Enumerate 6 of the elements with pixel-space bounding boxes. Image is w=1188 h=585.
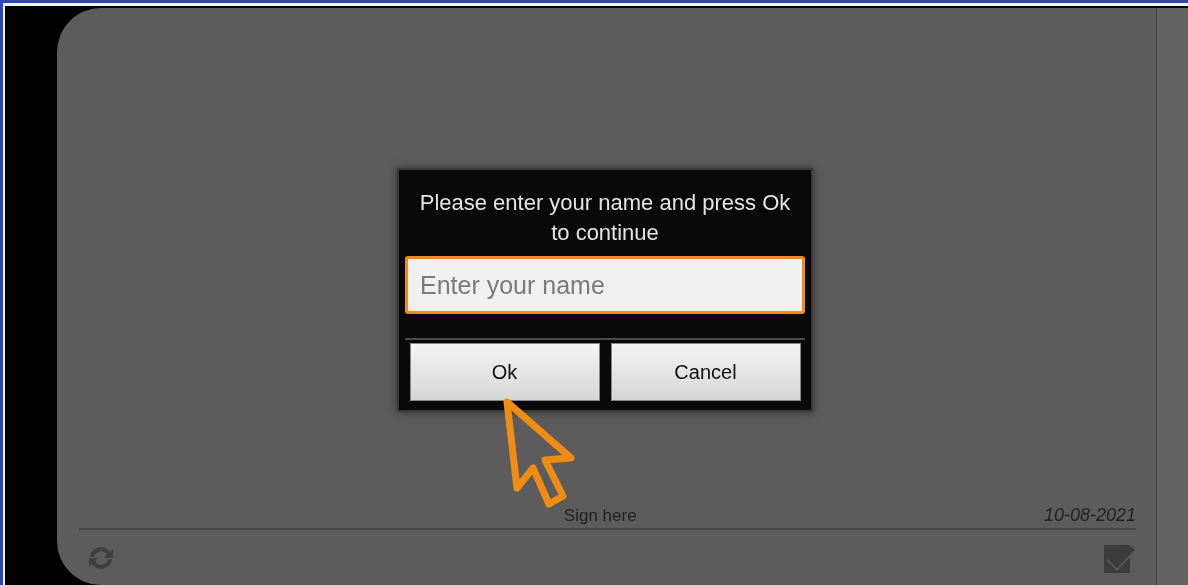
name-input-field[interactable]: Enter your name <box>405 256 805 314</box>
sign-here-hint: Sign here <box>563 506 637 526</box>
ok-button[interactable]: Ok <box>409 343 600 401</box>
dialog-message: Please enter your name and press Ok to continue <box>418 189 792 247</box>
date-label: 10-08-2021 <box>1043 505 1136 526</box>
cancel-button[interactable]: Cancel <box>610 343 801 401</box>
